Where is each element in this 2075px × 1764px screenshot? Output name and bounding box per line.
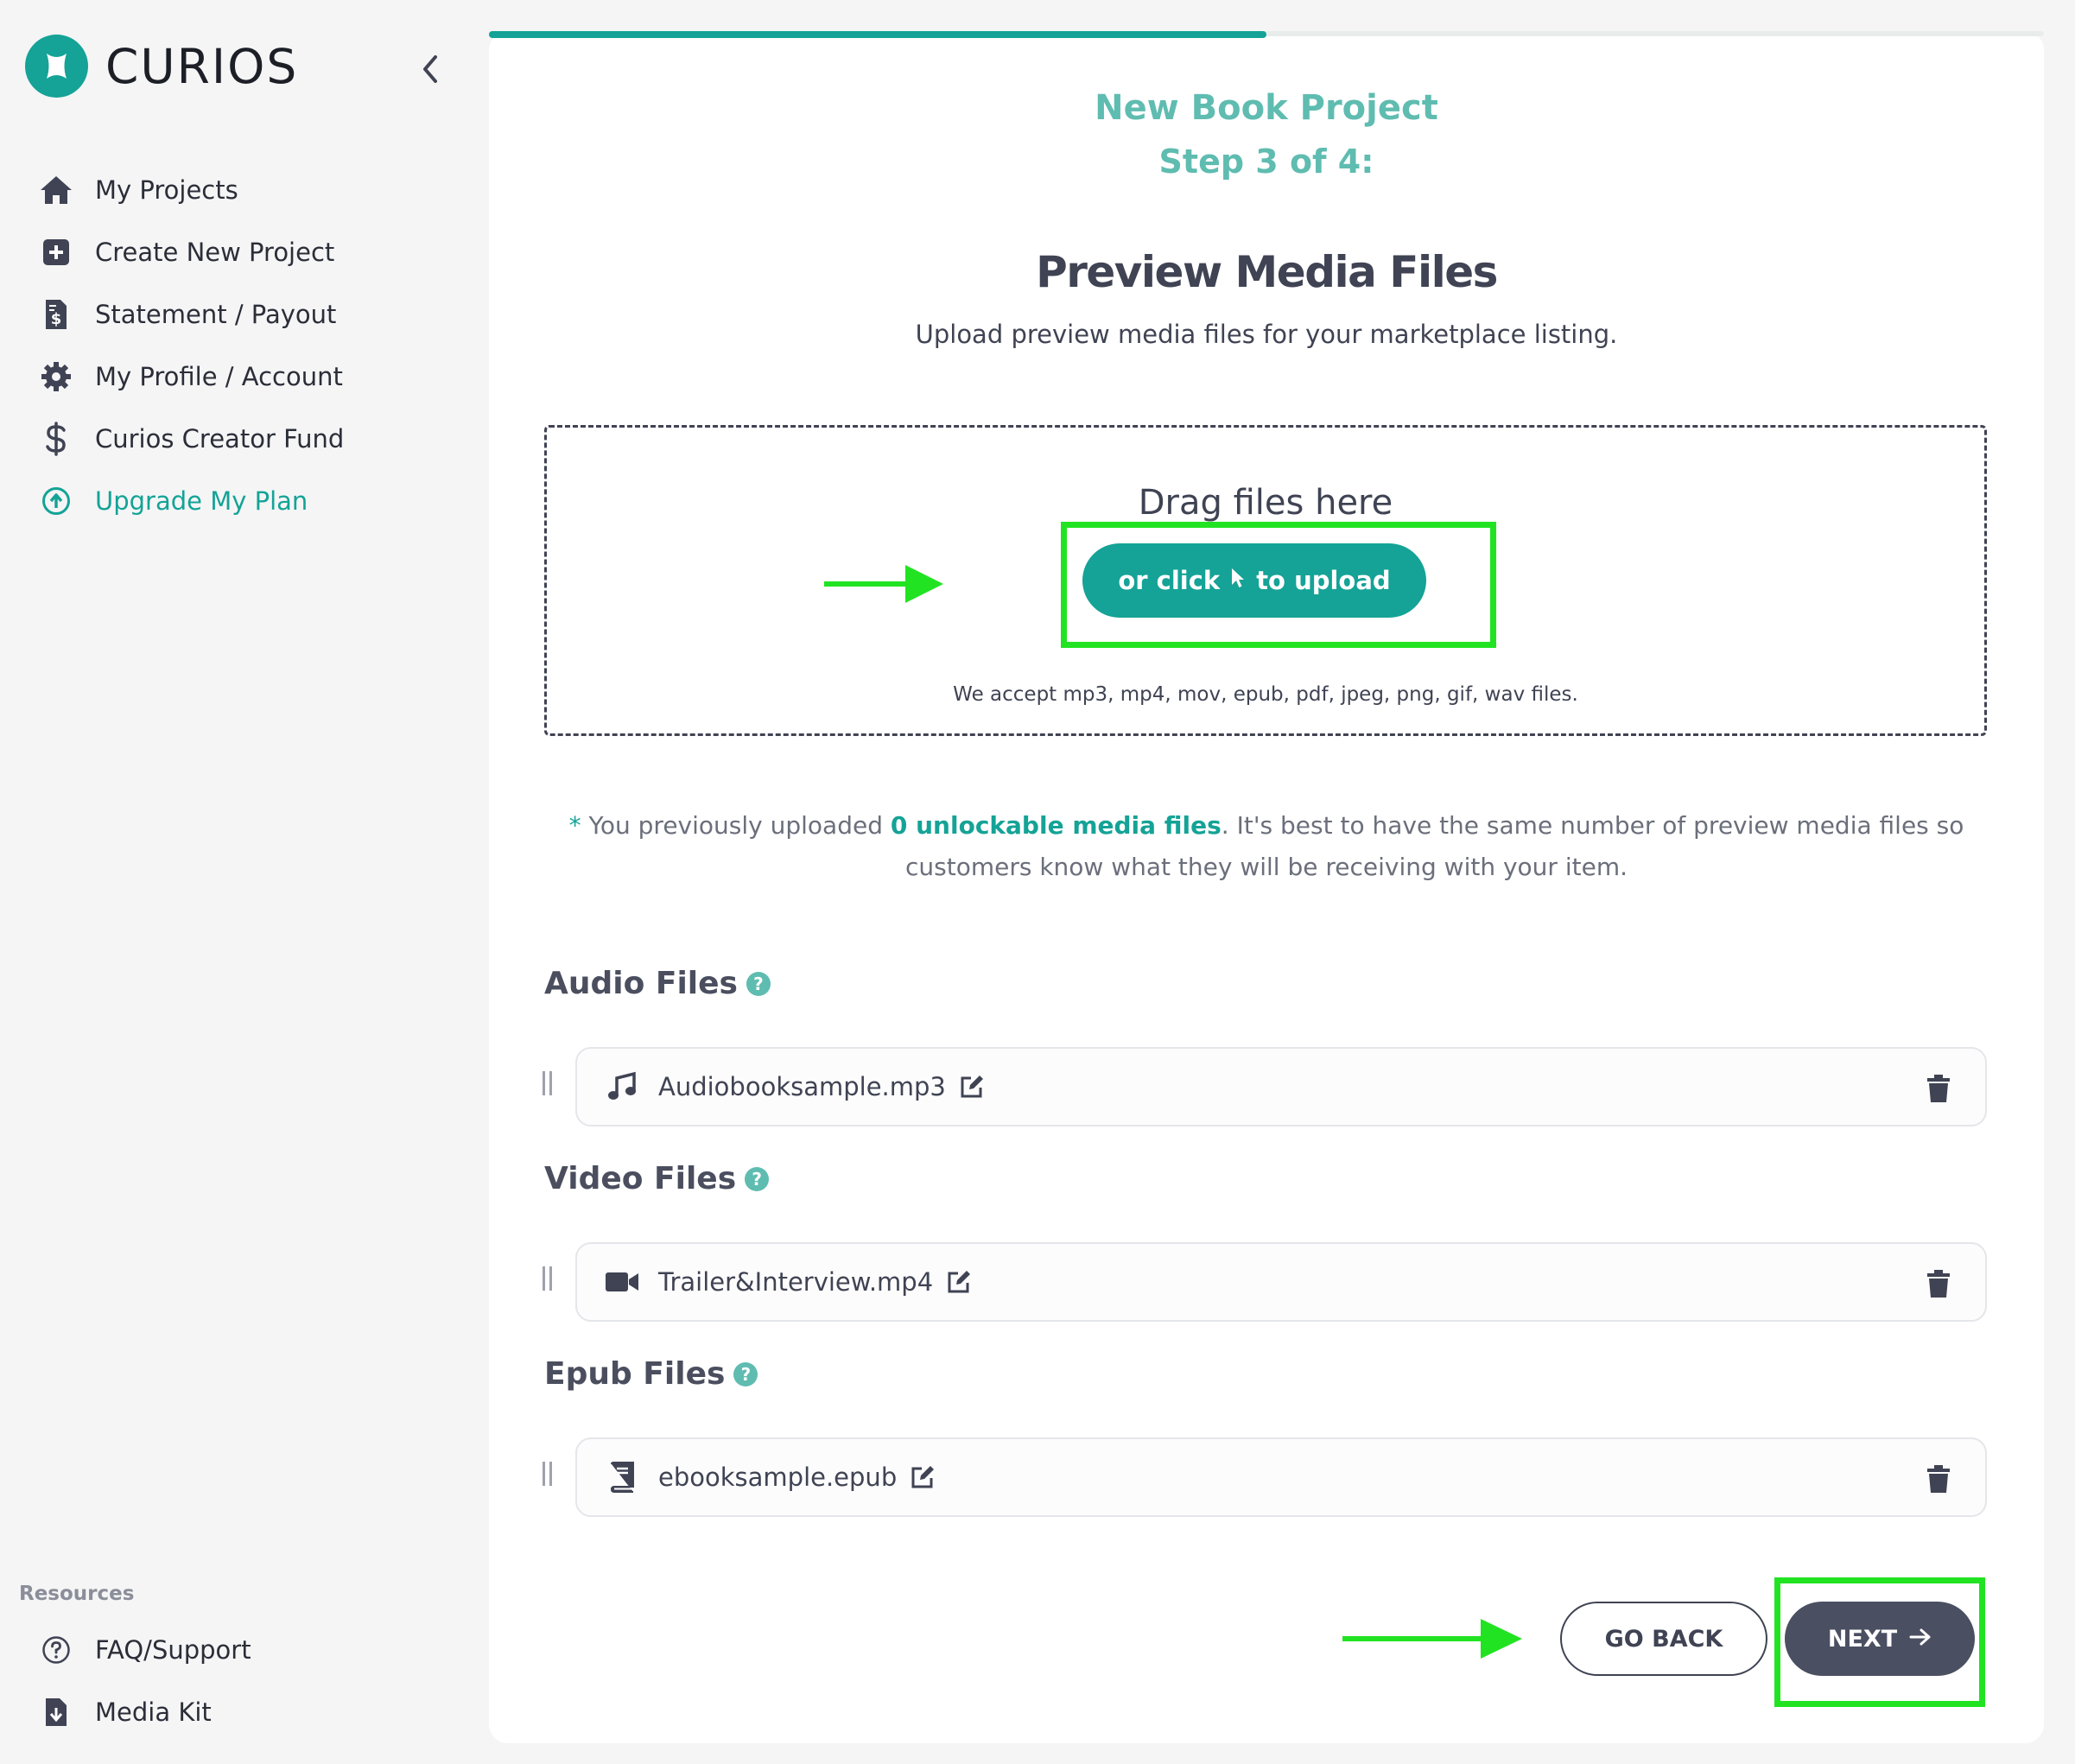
upload-button-label-post: to upload [1256,566,1391,595]
home-icon [35,173,78,207]
logo-text: CURIOS [105,38,299,94]
sidebar-item-my-profile[interactable]: My Profile / Account [35,346,344,408]
edit-icon[interactable] [945,1268,973,1296]
group-title-label: Video Files [544,1161,737,1196]
file-row-epub: ebooksample.epub [543,1437,1987,1517]
audio-files-heading: Audio Files ? [544,966,771,1001]
question-circle-icon [35,1633,78,1667]
epub-files-heading: Epub Files ? [544,1356,758,1392]
delete-icon[interactable] [1923,1266,1954,1301]
video-files-heading: Video Files ? [544,1161,770,1196]
sidebar-item-create-new-project[interactable]: Create New Project [35,221,344,283]
step-indicator: Step 3 of 4: [1158,143,1374,181]
sidebar-item-my-projects[interactable]: My Projects [35,159,344,221]
unlockable-count: 0 unlockable media files [890,811,1222,840]
curios-logo-icon [25,35,88,98]
progress-bar [489,31,2044,38]
sidebar-item-label: FAQ/Support [95,1635,251,1665]
sidebar-item-label: Media Kit [95,1697,212,1727]
help-icon[interactable]: ? [746,971,771,996]
file-item: ebooksample.epub [575,1437,1987,1517]
sidebar: CURIOS My Projects Create New Project $ … [0,0,484,1764]
file-row-video: Trailer&Interview.mp4 [543,1242,1987,1322]
drag-files-text: Drag files here [1138,483,1393,523]
project-title: New Book Project [1095,88,1438,128]
annotation-arrow-icon [1342,1619,1522,1659]
collapse-sidebar-button[interactable] [409,48,451,90]
sidebar-item-upgrade-plan[interactable]: Upgrade My Plan [35,470,344,532]
drag-handle-icon[interactable] [543,1071,555,1102]
drag-handle-icon[interactable] [543,1266,555,1298]
sidebar-item-creator-fund[interactable]: Curios Creator Fund [35,408,344,470]
plus-square-icon [35,235,78,270]
sidebar-item-label: Statement / Payout [95,300,337,329]
arrow-right-icon [1909,1626,1932,1653]
video-camera-icon [605,1265,639,1299]
file-item: Trailer&Interview.mp4 [575,1242,1987,1322]
notice-star: * [568,811,581,840]
main-card: New Book Project Step 3 of 4: Preview Me… [489,31,2044,1743]
edit-icon[interactable] [909,1463,936,1491]
progress-fill [489,31,1266,38]
accepted-formats-text: We accept mp3, mp4, mov, epub, pdf, jpeg… [953,683,1578,706]
svg-text:$: $ [51,310,62,328]
notice-text-pre: You previously uploaded [581,811,891,840]
invoice-icon: $ [35,297,78,332]
resources-heading: Resources [19,1583,135,1605]
upgrade-circle-icon [35,484,78,518]
group-title-label: Epub Files [544,1356,726,1392]
sidebar-item-label: Create New Project [95,238,335,267]
group-title-label: Audio Files [544,966,738,1001]
sidebar-item-media-kit[interactable]: Media Kit [35,1681,251,1743]
upload-button[interactable]: or click to upload [1082,543,1426,618]
file-name: Audiobooksample.mp3 [658,1072,946,1101]
chevron-left-icon [423,55,437,83]
dollar-icon [35,422,78,456]
sidebar-item-statement-payout[interactable]: $ Statement / Payout [35,283,344,346]
sidebar-nav: My Projects Create New Project $ Stateme… [35,159,344,532]
help-icon[interactable]: ? [733,1361,758,1386]
gear-icon [35,359,78,394]
music-note-icon [605,1069,639,1104]
edit-icon[interactable] [958,1073,986,1101]
help-icon[interactable]: ? [745,1166,770,1191]
sidebar-item-label: Upgrade My Plan [95,486,308,516]
page-title: Preview Media Files [1036,247,1498,297]
file-name: Trailer&Interview.mp4 [658,1267,934,1297]
next-button[interactable]: NEXT [1785,1602,1975,1676]
sidebar-item-label: My Projects [95,175,238,205]
sidebar-item-label: Curios Creator Fund [95,424,345,454]
preview-count-notice: * You previously uploaded 0 unlockable m… [541,805,1992,888]
resources-nav: FAQ/Support Media Kit [35,1619,251,1743]
download-file-icon [35,1695,78,1729]
annotation-arrow-icon [824,565,943,603]
file-row-audio: Audiobooksample.mp3 [543,1047,1987,1126]
drag-handle-icon[interactable] [543,1462,555,1493]
sidebar-item-label: My Profile / Account [95,362,343,391]
next-button-label: NEXT [1827,1625,1898,1653]
delete-icon[interactable] [1923,1462,1954,1496]
go-back-button[interactable]: GO BACK [1560,1602,1767,1676]
page-subtitle: Upload preview media files for your mark… [915,320,1618,349]
upload-button-label-pre: or click [1118,566,1221,595]
book-icon [605,1460,639,1494]
file-dropzone[interactable]: Drag files here or click to upload We ac… [544,425,1987,736]
file-item: Audiobooksample.mp3 [575,1047,1987,1126]
delete-icon[interactable] [1923,1071,1954,1106]
sidebar-item-faq-support[interactable]: FAQ/Support [35,1619,251,1681]
cursor-pointer-icon [1230,566,1246,595]
logo[interactable]: CURIOS [25,35,298,98]
file-name: ebooksample.epub [658,1463,898,1492]
